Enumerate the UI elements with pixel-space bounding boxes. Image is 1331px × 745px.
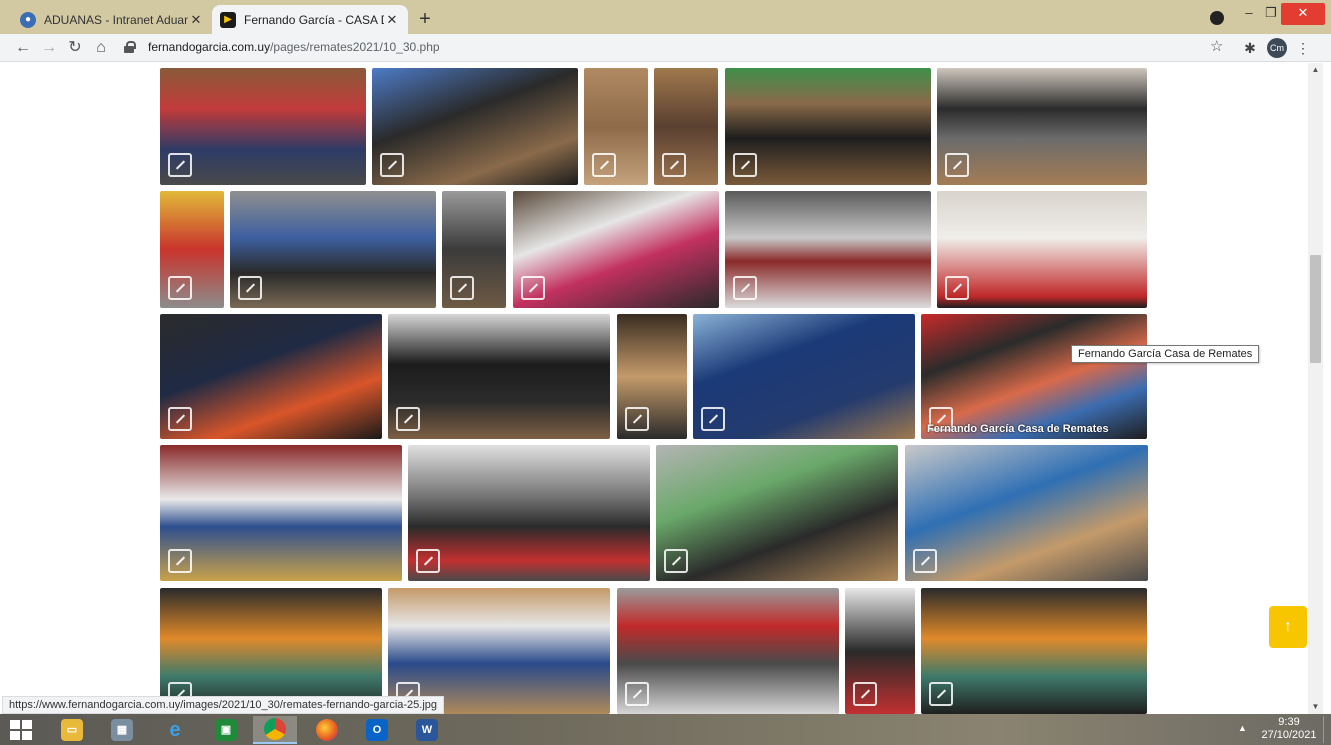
gallery-photo[interactable]: [160, 68, 366, 185]
firefox-icon[interactable]: [305, 716, 349, 744]
zoom-icon: [701, 407, 725, 431]
forward-button[interactable]: →: [38, 38, 60, 58]
zoom-icon: [168, 153, 192, 177]
scrollbar-thumb[interactable]: [1310, 255, 1321, 363]
profile-menu-icon[interactable]: [1210, 11, 1224, 25]
gallery-photo[interactable]: [388, 314, 610, 439]
gallery-photo[interactable]: [654, 68, 718, 185]
gallery-photo[interactable]: [617, 314, 687, 439]
photo-caption: Fernando García Casa de Remates: [927, 423, 1109, 435]
browser-toolbar: ← → ↻ ⌂ fernandogarcia.com.uy/pages/rema…: [0, 34, 1331, 62]
gallery-photo[interactable]: [513, 191, 719, 308]
outlook-icon[interactable]: O: [355, 716, 399, 744]
close-tab-icon[interactable]: ✕: [188, 12, 204, 28]
internet-explorer-icon[interactable]: e: [153, 716, 197, 744]
browser-tab-strip: ● ADUANAS - Intranet Aduanas - F ✕ ▶ Fer…: [0, 0, 1331, 34]
show-desktop-button[interactable]: [1323, 716, 1329, 743]
zoom-icon: [592, 153, 616, 177]
gallery-photo[interactable]: [937, 68, 1147, 185]
tab-title: Fernando García - CASA DE REMA: [244, 12, 384, 27]
zoom-icon: [733, 153, 757, 177]
status-bar-url: https://www.fernandogarcia.com.uy/images…: [2, 696, 445, 714]
new-tab-button[interactable]: +: [414, 8, 436, 30]
chrome-icon[interactable]: [253, 716, 297, 744]
zoom-icon: [168, 549, 192, 573]
url-path: /pages/remates2021/10_30.php: [270, 40, 440, 54]
zoom-icon: [625, 682, 649, 706]
url-host: fernandogarcia.com.uy: [148, 40, 271, 54]
vertical-scrollbar[interactable]: ▲ ▼: [1308, 63, 1323, 714]
calendar-icon[interactable]: ▣: [204, 716, 248, 744]
windows-taskbar: ▭ ▦ e ▣ O W ▲ 9:39 27/10/2021: [0, 714, 1331, 745]
page-viewport: Fernando García Casa de Remates Fernando…: [0, 63, 1308, 714]
gallery-photo[interactable]: [693, 314, 915, 439]
zoom-icon: [733, 276, 757, 300]
scroll-down-arrow-icon[interactable]: ▼: [1308, 700, 1323, 714]
scroll-up-arrow-icon[interactable]: ▲: [1308, 63, 1323, 77]
zoom-icon: [664, 549, 688, 573]
file-explorer-icon[interactable]: ▭: [50, 716, 94, 744]
image-tooltip: Fernando García Casa de Remates: [1071, 345, 1260, 363]
menu-kebab-icon[interactable]: ⋮: [1293, 38, 1313, 58]
gallery-photo[interactable]: [905, 445, 1148, 581]
url-text: fernandogarcia.com.uy/pages/remates2021/…: [148, 40, 440, 54]
close-tab-icon[interactable]: ✕: [384, 12, 400, 28]
gallery-photo[interactable]: [584, 68, 648, 185]
tab-title: ADUANAS - Intranet Aduanas - F: [44, 12, 188, 27]
zoom-icon: [380, 153, 404, 177]
taskbar-clock[interactable]: 9:39 27/10/2021: [1256, 716, 1322, 742]
zoom-icon: [450, 276, 474, 300]
zoom-icon: [662, 153, 686, 177]
photo-gallery: Fernando García Casa de Remates: [0, 63, 1308, 714]
zoom-icon: [913, 549, 937, 573]
address-bar[interactable]: fernandogarcia.com.uy/pages/remates2021/…: [118, 37, 1240, 59]
gallery-photo[interactable]: [725, 191, 931, 308]
aduanas-icon: ●: [20, 11, 36, 28]
close-window-button[interactable]: ✕: [1281, 3, 1325, 25]
word-icon[interactable]: W: [405, 716, 449, 744]
zoom-icon: [168, 276, 192, 300]
calculator-icon[interactable]: ▦: [100, 716, 144, 744]
reload-button[interactable]: ↻: [64, 38, 86, 58]
back-button[interactable]: ←: [12, 38, 34, 58]
scroll-to-top-button[interactable]: ↑: [1269, 606, 1307, 648]
gallery-photo[interactable]: [921, 588, 1147, 714]
gallery-photo[interactable]: [845, 588, 915, 714]
zoom-icon: [853, 682, 877, 706]
zoom-icon: [238, 276, 262, 300]
fg-logo-icon: ▶: [220, 11, 236, 28]
arrow-up-icon: ↑: [1284, 618, 1292, 635]
gallery-photo[interactable]: [617, 588, 839, 714]
zoom-icon: [945, 276, 969, 300]
lock-icon: [124, 41, 136, 53]
gallery-photo[interactable]: [937, 191, 1147, 308]
zoom-icon: [521, 276, 545, 300]
gallery-photo[interactable]: [442, 191, 506, 308]
gallery-photo[interactable]: [656, 445, 898, 581]
zoom-icon: [929, 682, 953, 706]
gallery-photo[interactable]: [408, 445, 650, 581]
windows-start-icon[interactable]: [10, 720, 32, 740]
profile-avatar[interactable]: Cm: [1267, 38, 1287, 58]
gallery-photo[interactable]: [372, 68, 578, 185]
gallery-photo[interactable]: [725, 68, 931, 185]
zoom-icon: [945, 153, 969, 177]
home-button[interactable]: ⌂: [90, 38, 112, 58]
extensions-puzzle-icon[interactable]: ✱: [1240, 38, 1260, 58]
zoom-icon: [396, 407, 420, 431]
clock-time: 9:39: [1278, 716, 1300, 728]
gallery-photo[interactable]: [160, 314, 382, 439]
zoom-icon: [416, 549, 440, 573]
bookmark-star-icon[interactable]: ☆: [1210, 37, 1223, 55]
tab-fernando-garcia[interactable]: ▶ Fernando García - CASA DE REMA ✕: [212, 5, 408, 34]
gallery-photo[interactable]: [230, 191, 436, 308]
gallery-photo[interactable]: [160, 191, 224, 308]
zoom-icon: [168, 407, 192, 431]
zoom-icon: [625, 407, 649, 431]
tray-expand-icon[interactable]: ▲: [1238, 723, 1247, 733]
gallery-photo[interactable]: Fernando García Casa de Remates: [921, 314, 1147, 439]
gallery-photo[interactable]: [160, 445, 402, 581]
clock-date: 27/10/2021: [1261, 729, 1317, 741]
tab-aduanas[interactable]: ● ADUANAS - Intranet Aduanas - F ✕: [12, 5, 212, 34]
